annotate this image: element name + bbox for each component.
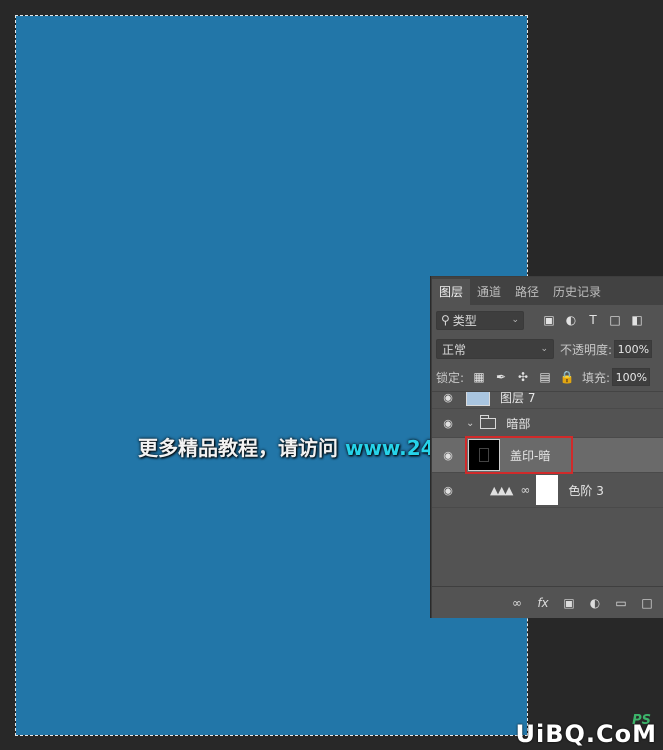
filter-label: 类型 (452, 313, 477, 328)
layers-panel: 图层 通道 路径 历史记录 ⚲ 类型 ⌄ ▣ ◐ T □ ◧ 正常 ⌄ 不透明度… (431, 276, 663, 618)
fx-icon[interactable]: fx (530, 596, 556, 610)
group-name: 暗部 (506, 416, 531, 431)
add-mask-icon[interactable]: ▣ (556, 596, 582, 610)
blend-mode-select[interactable]: 正常 ⌄ (436, 339, 554, 359)
layer-name: 色阶 3 (568, 483, 604, 498)
folder-icon (480, 414, 497, 429)
site-logo: UiBQ.CoM (515, 720, 657, 748)
new-layer-icon[interactable]: □ (634, 596, 660, 610)
chevron-down-icon: ⌄ (511, 315, 519, 325)
group-row[interactable]: ◉ ⌄ 暗部 (432, 409, 663, 438)
type-filter-icon[interactable]: T (582, 311, 604, 329)
layer-thumbnail (468, 439, 500, 471)
layer-row[interactable]: ◉ 图层 7 (432, 392, 663, 409)
panel-tabs: 图层 通道 路径 历史记录 (432, 277, 663, 305)
eye-icon[interactable]: ◉ (432, 392, 464, 404)
tab-paths[interactable]: 路径 (508, 279, 546, 305)
adjustment-filter-icon[interactable]: ◐ (560, 311, 582, 329)
new-group-icon[interactable]: ▭ (608, 596, 634, 610)
opacity-input[interactable]: 100% (614, 340, 653, 358)
lock-icons: ▦ ✒ ✣ ▤ 🔒 (468, 370, 578, 384)
eye-icon[interactable]: ◉ (432, 484, 464, 497)
lock-brush-icon[interactable]: ✒ (490, 370, 512, 384)
tab-layers[interactable]: 图层 (432, 279, 471, 305)
blend-mode-value: 正常 (442, 342, 467, 357)
lock-transparency-icon[interactable]: ▦ (468, 370, 490, 384)
lock-all-icon[interactable]: 🔒 (556, 370, 578, 384)
link-icon[interactable]: ∞ (520, 483, 530, 497)
link-layers-icon[interactable]: ∞ (504, 596, 530, 610)
lock-position-icon[interactable]: ✣ (512, 370, 534, 384)
lock-row: 锁定: ▦ ✒ ✣ ▤ 🔒 填充: 100% (432, 363, 663, 392)
filter-row: ⚲ 类型 ⌄ ▣ ◐ T □ ◧ (432, 305, 663, 335)
levels-adjustment-icon: ▲▲▲ (490, 483, 513, 497)
lock-artboard-icon[interactable]: ▤ (534, 370, 556, 384)
tab-channels[interactable]: 通道 (470, 279, 508, 305)
shape-filter-icon[interactable]: □ (604, 311, 626, 329)
layer-name: 图层 7 (500, 392, 536, 405)
layer-mask-thumbnail (536, 475, 559, 505)
image-filter-icon[interactable]: ▣ (538, 311, 560, 329)
eye-icon[interactable]: ◉ (432, 449, 464, 462)
layers-list: ◉ 图层 7 ◉ ⌄ 暗部 ◉ 盖印-暗 ◉ ▲▲▲ ∞ 色阶 3 (432, 392, 663, 554)
panel-bottom-bar: ∞ fx ▣ ◐ ▭ □ (432, 586, 663, 618)
lock-label: 锁定: (436, 370, 465, 385)
layer-name: 盖印-暗 (510, 448, 551, 463)
smart-object-filter-icon[interactable]: ◧ (626, 311, 648, 329)
tab-history[interactable]: 历史记录 (546, 279, 608, 305)
filter-icons: ▣ ◐ T □ ◧ (538, 311, 648, 329)
layer-row[interactable]: ◉ ▲▲▲ ∞ 色阶 3 (432, 473, 663, 508)
opacity-label: 不透明度: (560, 342, 613, 357)
chevron-down-icon[interactable]: ⌄ (466, 418, 474, 429)
fill-input[interactable]: 100% (612, 368, 651, 386)
layer-filter-select[interactable]: ⚲ 类型 ⌄ (436, 310, 524, 330)
fill-label: 填充: (582, 370, 611, 385)
search-icon: ⚲ (441, 313, 450, 327)
layer-row-selected[interactable]: ◉ 盖印-暗 (432, 436, 663, 474)
watermark-label: 更多精品教程，请访问 (138, 436, 338, 460)
chevron-down-icon: ⌄ (540, 344, 548, 354)
adjustment-layer-icon[interactable]: ◐ (582, 596, 608, 610)
eye-icon[interactable]: ◉ (432, 417, 464, 430)
blend-row: 正常 ⌄ 不透明度: 100% (432, 335, 663, 363)
layer-thumbnail (466, 392, 490, 406)
